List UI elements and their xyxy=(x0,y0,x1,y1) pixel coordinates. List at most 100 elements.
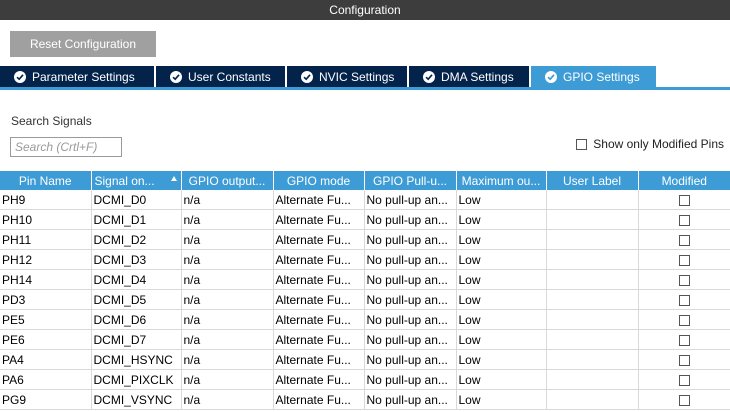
pin-name-cell: PH14 xyxy=(0,269,92,290)
tab-label: DMA Settings xyxy=(441,69,514,84)
column-header-user-label[interactable]: User Label xyxy=(546,171,639,190)
tab-parameter-settings[interactable]: Parameter Settings xyxy=(0,66,154,87)
show-modified-pins-filter[interactable]: Show only Modified Pins xyxy=(576,137,724,151)
tab-label: User Constants xyxy=(188,69,271,84)
check-icon xyxy=(14,70,26,83)
gpio-mode-cell: Alternate Fu... xyxy=(273,329,365,350)
max-output-cell: Low xyxy=(456,309,547,330)
table-row[interactable]: PH11 DCMI_D2 n/a Alternate Fu... No pull-up … xyxy=(0,229,730,250)
table-header-row: Pin Name Signal on... GPIO output... GPI… xyxy=(0,171,730,190)
modified-cell xyxy=(638,349,730,370)
user-label-cell xyxy=(546,269,639,290)
column-header-modified[interactable]: Modified xyxy=(638,171,730,190)
max-output-cell: Low xyxy=(456,249,547,270)
tab-gpio-settings[interactable]: GPIO Settings xyxy=(531,66,656,87)
max-output-cell: Low xyxy=(456,349,547,370)
modified-cell xyxy=(638,369,730,390)
user-label-cell xyxy=(546,249,639,270)
gpio-mode-cell: Alternate Fu... xyxy=(273,309,365,330)
tab-dma-settings[interactable]: DMA Settings xyxy=(409,66,529,87)
gpio-output-cell: n/a xyxy=(181,369,274,390)
gpio-mode-cell: Alternate Fu... xyxy=(273,190,365,210)
gpio-pull-cell: No pull-up an... xyxy=(364,389,457,410)
table-row[interactable]: PH10 DCMI_D1 n/a Alternate Fu... No pull-up … xyxy=(0,209,730,230)
column-header-gpio-mode[interactable]: GPIO mode xyxy=(273,171,365,190)
modified-checkbox[interactable] xyxy=(678,254,690,266)
check-icon xyxy=(545,70,557,83)
user-label-cell xyxy=(546,389,639,410)
table-row[interactable]: PE6 DCMI_D7 n/a Alternate Fu... No pull-up a… xyxy=(0,329,730,350)
table-row[interactable]: PH9 DCMI_D0 n/a Alternate Fu... No pull-up a… xyxy=(0,190,730,210)
max-output-cell: Low xyxy=(456,190,547,210)
column-header-gpio-pull[interactable]: GPIO Pull-u... xyxy=(364,171,457,190)
column-header-label: Signal on... xyxy=(94,173,155,188)
table-row[interactable]: PA4 DCMI_HSYNC n/a Alternate Fu... No pull-u… xyxy=(0,349,730,370)
modified-cell xyxy=(638,269,730,290)
gpio-mode-cell: Alternate Fu... xyxy=(273,249,365,270)
modified-checkbox[interactable] xyxy=(678,294,690,306)
modified-cell xyxy=(638,289,730,310)
modified-checkbox[interactable] xyxy=(678,234,690,246)
reset-configuration-button[interactable]: Reset Configuration xyxy=(10,31,156,57)
tab-user-constants[interactable]: User Constants xyxy=(156,66,285,87)
gpio-output-cell: n/a xyxy=(181,249,274,270)
modified-checkbox[interactable] xyxy=(678,194,690,206)
signal-cell: DCMI_D4 xyxy=(91,269,182,290)
table-row[interactable]: PH14 DCMI_D4 n/a Alternate Fu... No pull-up … xyxy=(0,269,730,290)
user-label-cell xyxy=(546,369,639,390)
max-output-cell: Low xyxy=(456,269,547,290)
modified-checkbox[interactable] xyxy=(678,334,690,346)
gpio-mode-cell: Alternate Fu... xyxy=(273,369,365,390)
gpio-output-cell: n/a xyxy=(181,329,274,350)
gpio-output-cell: n/a xyxy=(181,209,274,230)
max-output-cell: Low xyxy=(456,369,547,390)
modified-cell xyxy=(638,209,730,230)
gpio-mode-cell: Alternate Fu... xyxy=(273,389,365,410)
gpio-mode-cell: Alternate Fu... xyxy=(273,349,365,370)
show-modified-checkbox[interactable] xyxy=(576,138,588,150)
pin-name-cell: PG9 xyxy=(0,389,92,410)
modified-cell xyxy=(638,329,730,350)
tab-nvic-settings[interactable]: NVIC Settings xyxy=(287,66,407,87)
modified-cell xyxy=(638,229,730,250)
gpio-pull-cell: No pull-up an... xyxy=(364,229,457,250)
signal-cell: DCMI_D1 xyxy=(91,209,182,230)
signal-cell: DCMI_D2 xyxy=(91,229,182,250)
table-row[interactable]: PA6 DCMI_PIXCLK n/a Alternate Fu... No pull-… xyxy=(0,369,730,390)
signal-cell: DCMI_PIXCLK xyxy=(91,369,182,390)
max-output-cell: Low xyxy=(456,209,547,230)
signal-cell: DCMI_D0 xyxy=(91,190,182,210)
show-modified-label: Show only Modified Pins xyxy=(593,137,724,151)
user-label-cell xyxy=(546,309,639,330)
signal-cell: DCMI_D6 xyxy=(91,309,182,330)
pin-name-cell: PD3 xyxy=(0,289,92,310)
gpio-output-cell: n/a xyxy=(181,389,274,410)
column-header-signal[interactable]: Signal on... xyxy=(91,171,182,190)
gpio-mode-cell: Alternate Fu... xyxy=(273,289,365,310)
modified-checkbox[interactable] xyxy=(678,354,690,366)
modified-checkbox[interactable] xyxy=(678,214,690,226)
gpio-mode-cell: Alternate Fu... xyxy=(273,269,365,290)
modified-checkbox[interactable] xyxy=(678,394,690,406)
table-row[interactable]: PG9 DCMI_VSYNC n/a Alternate Fu... No pull-u… xyxy=(0,389,730,410)
column-header-gpio-output[interactable]: GPIO output... xyxy=(181,171,274,190)
table-row[interactable]: PH12 DCMI_D3 n/a Alternate Fu... No pull-up … xyxy=(0,249,730,270)
modified-cell xyxy=(638,389,730,410)
pin-name-cell: PH9 xyxy=(0,190,92,210)
table-row[interactable]: PD3 DCMI_D5 n/a Alternate Fu... No pull-up a… xyxy=(0,289,730,310)
gpio-pin-table: Pin Name Signal on... GPIO output... GPI… xyxy=(0,171,730,410)
search-input[interactable] xyxy=(10,137,122,157)
user-label-cell xyxy=(546,329,639,350)
column-header-pin-name[interactable]: Pin Name xyxy=(0,171,92,190)
user-label-cell xyxy=(546,190,639,210)
pin-name-cell: PE6 xyxy=(0,329,92,350)
table-row[interactable]: PE5 DCMI_D6 n/a Alternate Fu... No pull-up a… xyxy=(0,309,730,330)
modified-checkbox[interactable] xyxy=(678,314,690,326)
check-icon xyxy=(170,70,182,83)
modified-checkbox[interactable] xyxy=(678,374,690,386)
user-label-cell xyxy=(546,229,639,250)
gpio-pull-cell: No pull-up an... xyxy=(364,190,457,210)
modified-checkbox[interactable] xyxy=(678,274,690,286)
column-header-maximum-output[interactable]: Maximum ou... xyxy=(456,171,547,190)
window-title-bar: Configuration xyxy=(0,0,730,20)
